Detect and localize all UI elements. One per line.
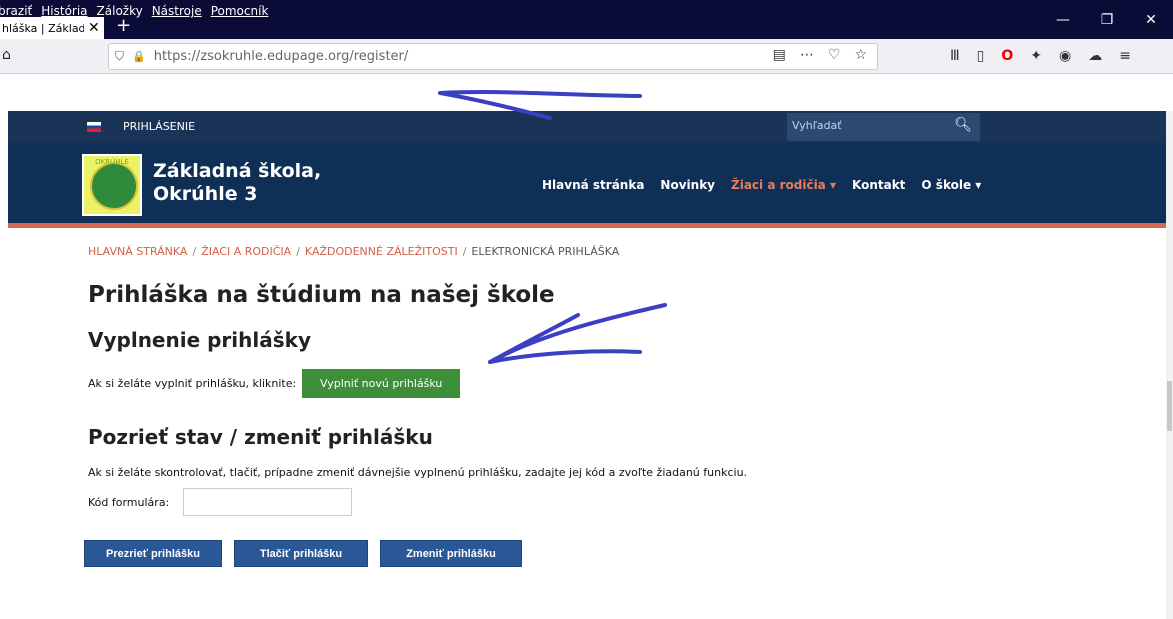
handwritten-annotations (438, 90, 667, 364)
annotation-arrow-button (488, 303, 667, 364)
annotation-arrow-url (438, 90, 642, 120)
